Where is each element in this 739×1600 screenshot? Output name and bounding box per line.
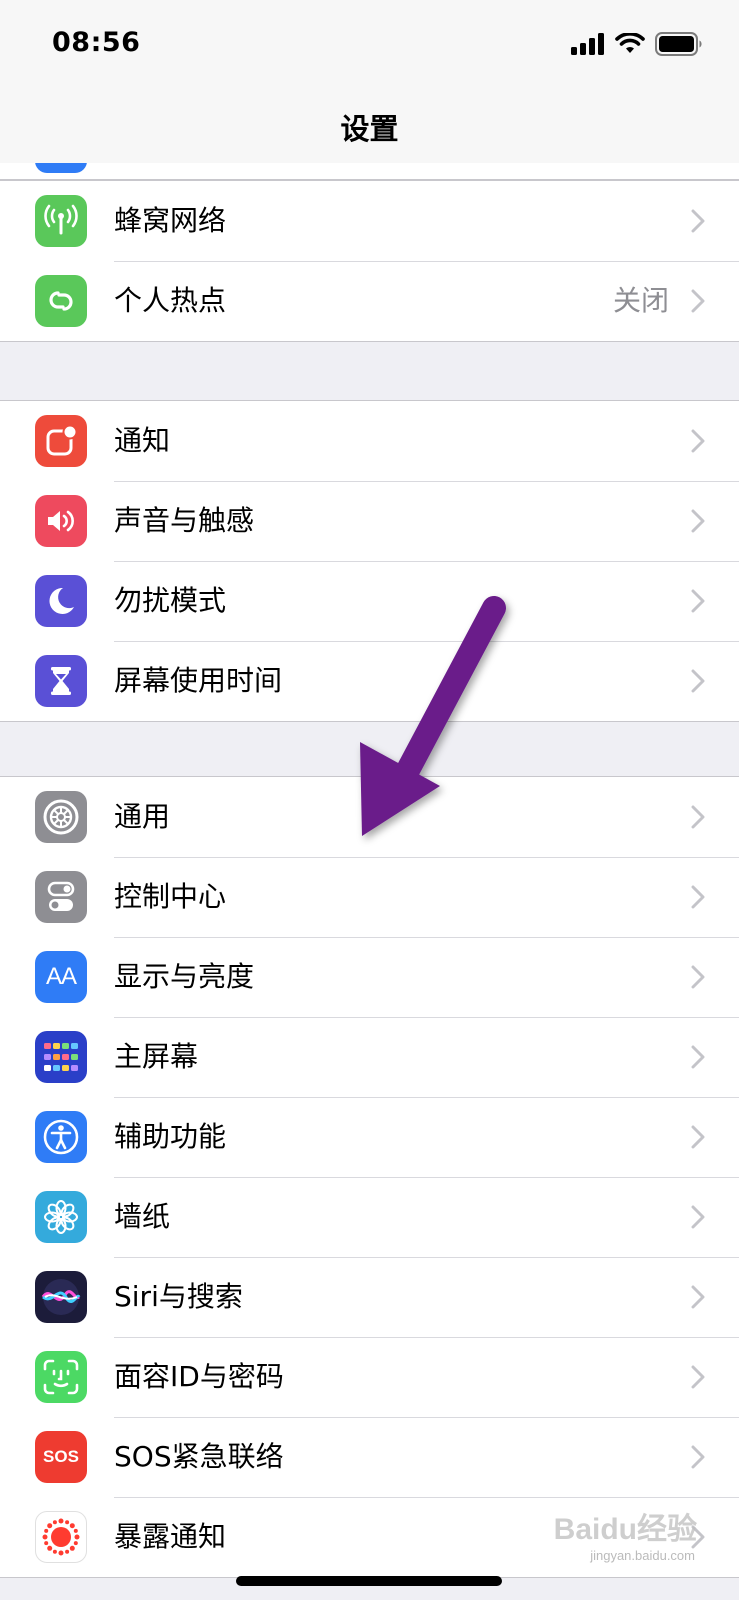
settings-group-network: 蜂窝网络 个人热点 关闭: [0, 180, 739, 342]
settings-row-label: 勿扰模式: [114, 584, 227, 617]
settings-row-label: 主屏幕: [114, 1040, 199, 1073]
settings-row-label: SOS紧急联络: [114, 1440, 284, 1473]
settings-group-notifications: 通知 声音与触感 勿扰模式 屏幕使用时间: [0, 400, 739, 722]
watermark-url: jingyan.baidu.com: [590, 1548, 695, 1563]
sos-icon-text: SOS: [43, 1447, 79, 1466]
settings-row-general[interactable]: 通用: [0, 777, 739, 857]
settings-row-label: 辅助功能: [114, 1120, 227, 1153]
watermark-logo: Baidu经验: [553, 1513, 697, 1546]
settings-row-emergency-sos[interactable]: SOS SOS紧急联络: [0, 1417, 739, 1497]
chevron-right-icon: [691, 429, 705, 453]
status-time: 08:56: [52, 27, 141, 58]
status-icons: [571, 32, 703, 56]
gear-icon: [35, 791, 87, 843]
settings-row-label: 通知: [114, 424, 171, 457]
settings-row-wallpaper[interactable]: 墙纸: [0, 1177, 739, 1257]
hourglass-icon: [35, 655, 87, 707]
sos-icon: SOS: [35, 1431, 87, 1483]
chevron-right-icon: [691, 1125, 705, 1149]
cellular-icon: [35, 195, 87, 247]
accessibility-icon: [35, 1111, 87, 1163]
exposure-icon: [35, 1511, 87, 1563]
settings-row-label: 墙纸: [114, 1200, 171, 1233]
page-title: 设置: [340, 112, 399, 146]
display-icon-text: AA: [45, 963, 77, 990]
settings-row-home-screen[interactable]: 主屏幕: [0, 1017, 739, 1097]
settings-row-do-not-disturb[interactable]: 勿扰模式: [0, 561, 739, 641]
toggle-icon: [35, 871, 87, 923]
chevron-right-icon: [691, 1285, 705, 1309]
sound-icon: [35, 495, 87, 547]
signal-icon: [571, 33, 604, 55]
chevron-right-icon: [691, 209, 705, 233]
chevron-right-icon: [691, 289, 705, 313]
chevron-right-icon: [691, 1205, 705, 1229]
settings-row-notifications[interactable]: 通知: [0, 401, 739, 481]
settings-group-0-partial: [0, 163, 739, 180]
chevron-right-icon: [691, 885, 705, 909]
chevron-right-icon: [691, 589, 705, 613]
status-bar: 08:56: [0, 0, 739, 88]
chevron-right-icon: [691, 805, 705, 829]
chevron-right-icon: [691, 965, 705, 989]
settings-row-hotspot[interactable]: 个人热点 关闭: [0, 261, 739, 341]
face-id-icon: [35, 1351, 87, 1403]
settings-row-label: 面容ID与密码: [114, 1360, 284, 1393]
settings-row-label: 通用: [114, 800, 171, 833]
settings-row-label: 控制中心: [114, 880, 227, 913]
chevron-right-icon: [691, 1445, 705, 1469]
notifications-icon: [35, 415, 87, 467]
settings-row-label: 蜂窝网络: [114, 204, 227, 237]
siri-icon: [35, 1271, 87, 1323]
battery-icon: [655, 32, 702, 56]
settings-row-cellular[interactable]: 蜂窝网络: [0, 181, 739, 261]
home-indicator[interactable]: [236, 1576, 502, 1586]
chevron-right-icon: [691, 509, 705, 533]
settings-row-face-id[interactable]: 面容ID与密码: [0, 1337, 739, 1417]
hotspot-status: 关闭: [612, 284, 669, 317]
settings-row-label: 声音与触感: [114, 504, 255, 537]
settings-row-sounds[interactable]: 声音与触感: [0, 481, 739, 561]
settings-row-screen-time[interactable]: 屏幕使用时间: [0, 641, 739, 721]
wifi-icon: [615, 33, 645, 53]
home-screen-icon: [35, 1031, 87, 1083]
wallpaper-icon: [35, 1191, 87, 1243]
settings-group-general: 通用 控制中心 AA 显示与亮度 主屏幕 辅助功能 墙纸 Siri与搜索 面容I…: [0, 776, 739, 1578]
display-icon: AA: [35, 951, 87, 1003]
settings-row-label: 暴露通知: [114, 1520, 227, 1553]
moon-icon: [35, 575, 87, 627]
settings-row-label: 个人热点: [114, 284, 227, 317]
hotspot-icon: [35, 275, 87, 327]
settings-row-siri[interactable]: Siri与搜索: [0, 1257, 739, 1337]
settings-row-display[interactable]: AA 显示与亮度: [0, 937, 739, 1017]
chevron-right-icon: [691, 1045, 705, 1069]
settings-row-label: 屏幕使用时间: [114, 664, 283, 697]
settings-row-label: 显示与亮度: [114, 960, 255, 993]
navigation-bar: 设置: [0, 88, 739, 165]
chevron-right-icon: [691, 1365, 705, 1389]
settings-row-label: Siri与搜索: [114, 1280, 243, 1313]
settings-row-control-center[interactable]: 控制中心: [0, 857, 739, 937]
settings-row-accessibility[interactable]: 辅助功能: [0, 1097, 739, 1177]
chevron-right-icon: [691, 669, 705, 693]
